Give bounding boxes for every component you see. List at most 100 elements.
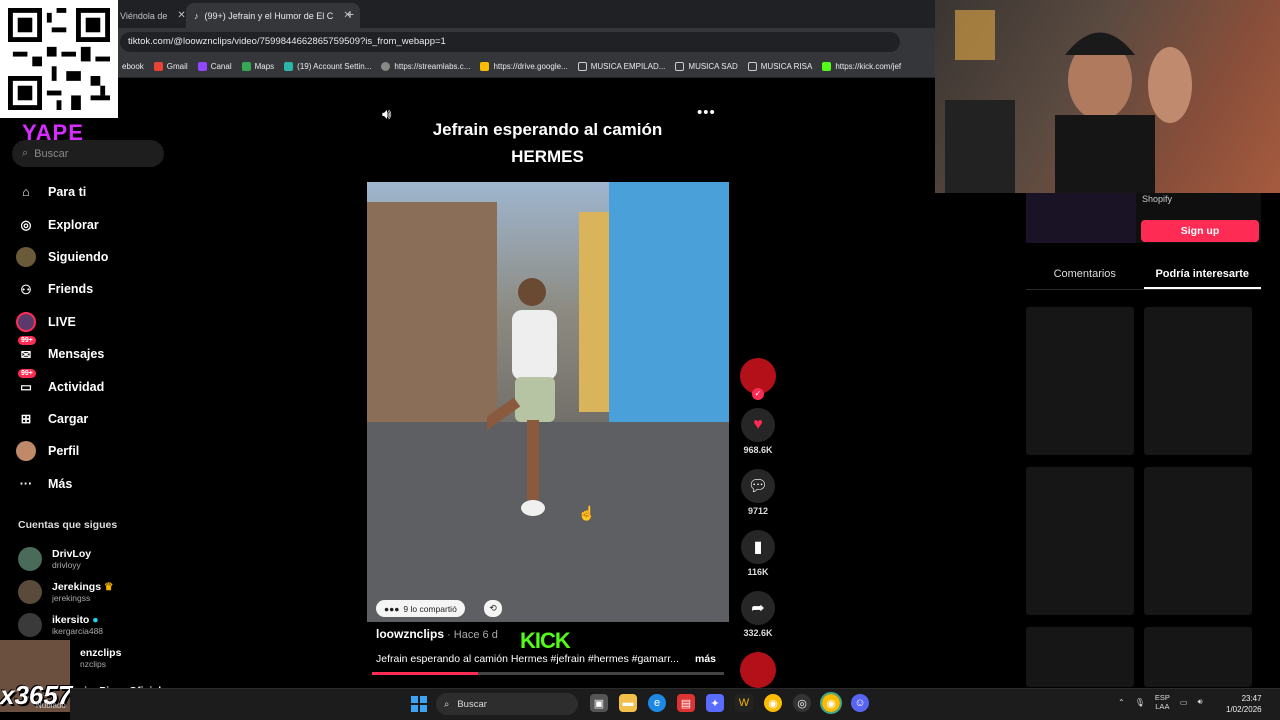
bookmark-folder[interactable]: MUSICA RISA	[747, 62, 812, 71]
chrome-active-icon[interactable]: ◉	[820, 692, 842, 714]
save-button[interactable]: ▮ 116K	[736, 530, 780, 577]
discord-icon[interactable]: ☺	[851, 694, 869, 712]
tab-podria-interesarte[interactable]: Podría interesarte	[1143, 262, 1261, 289]
folder-icon	[577, 62, 587, 71]
signup-button[interactable]: Sign up	[1141, 220, 1259, 242]
obs-icon[interactable]: ◎	[793, 694, 811, 712]
following-title: Cuentas que sigues	[18, 519, 118, 531]
yape-overlay-text: YAPE	[22, 120, 84, 145]
folder-icon	[675, 62, 685, 71]
sidebar-item-explorar[interactable]: ◎ Explorar	[16, 208, 176, 240]
live-icon	[16, 311, 36, 332]
suggested-tile[interactable]	[1026, 467, 1134, 615]
bookmark-item[interactable]: Gmail	[153, 62, 188, 71]
comment-button[interactable]: 💬︎ 9712	[736, 469, 780, 516]
browser-tab-bar: Viéndola de ✕ ♪ (99+) Jefrain y el Humor…	[0, 0, 935, 28]
browser-tab[interactable]: Viéndola de ✕	[112, 3, 194, 28]
building-blue	[609, 182, 729, 442]
app-icon[interactable]: ▤	[677, 694, 695, 712]
bookmark-folder[interactable]: MUSICA EMPILAD...	[577, 62, 665, 71]
bookmark-folder[interactable]: MUSICA SAD	[675, 62, 738, 71]
streamer-webcam	[935, 0, 1280, 193]
bookmark-item[interactable]: (19) Account Settin...	[284, 62, 371, 71]
repost-icon[interactable]: ⟲	[484, 600, 502, 617]
sidebar-item-live[interactable]: LIVE	[16, 306, 176, 338]
tiktok-icon: ♪	[194, 10, 199, 21]
network-icon[interactable]: ▭	[1180, 698, 1188, 707]
qr-code-icon	[8, 8, 110, 110]
bookmark-item[interactable]: https://kick.com/jef	[822, 62, 901, 71]
sidebar-item-cargar[interactable]: ⊞ Cargar	[16, 403, 176, 435]
following-item[interactable]: Jerekings ♛ jerekingss	[18, 575, 178, 608]
qr-code	[0, 0, 118, 118]
video-player[interactable]	[367, 182, 729, 622]
copilot-icon[interactable]: ✦	[706, 694, 724, 712]
sidebar-item-actividad[interactable]: ▭ 99+ Actividad	[16, 368, 176, 402]
more-icon: ···	[19, 476, 33, 491]
follow-plus-icon[interactable]: ✓	[752, 388, 764, 400]
chevron-up-icon[interactable]: ⌃	[1118, 698, 1125, 707]
language-indicator[interactable]: ESP LAA	[1155, 693, 1170, 711]
suggested-tile[interactable]	[1144, 307, 1252, 455]
volume-icon[interactable]: 🔊︎	[382, 106, 391, 123]
suggested-tile[interactable]	[1144, 467, 1252, 615]
shared-pill[interactable]: ●●● 9 lo compartió	[376, 600, 465, 617]
music-disc-icon[interactable]	[740, 652, 776, 688]
address-bar-row: tiktok.com/@loowznclips/video/7599844662…	[0, 28, 935, 56]
taskbar-search[interactable]: ⌕ Buscar	[436, 693, 578, 715]
action-bar: ✓ ♥ 968.6K 💬︎ 9712 ▮ 116K ➦ 332.6K	[736, 358, 780, 688]
bookmark-item[interactable]: https://drive.google...	[480, 62, 568, 71]
following-item[interactable]: ikersito ● ikergarcia488	[18, 608, 178, 641]
suggested-tile[interactable]	[1144, 627, 1252, 687]
video-author[interactable]: loowznclips · Hace 6 d	[376, 627, 498, 641]
suggested-tile[interactable]	[1026, 307, 1134, 455]
bookmark-item[interactable]: Canal	[197, 62, 232, 71]
search-icon: ⌕	[444, 698, 450, 710]
comment-icon: 💬︎	[741, 469, 775, 503]
edge-icon[interactable]: e	[648, 694, 666, 712]
person-figure	[487, 278, 557, 516]
share-button[interactable]: ➦ 332.6K	[736, 591, 780, 638]
task-view-icon[interactable]: ▣	[590, 694, 608, 712]
volume-icon[interactable]: 🔊︎	[1197, 697, 1202, 707]
creator-avatar[interactable]: ✓	[740, 358, 776, 400]
microphone-icon[interactable]: 🎙︎	[1135, 698, 1145, 707]
more-link[interactable]: más	[695, 653, 716, 665]
close-icon[interactable]: ✕	[177, 10, 185, 21]
notification-badge: 99+	[18, 336, 36, 346]
twitch-icon	[197, 62, 207, 71]
video-progress[interactable]	[372, 672, 724, 675]
clock[interactable]: 23:47 1/02/2026	[1226, 693, 1262, 715]
video-description: Jefrain esperando al camión Hermes #jefr…	[376, 653, 716, 665]
windows-start-icon[interactable]	[411, 696, 427, 712]
sidebar-item-mas[interactable]: ··· Más	[16, 468, 176, 500]
like-button[interactable]: ♥ 968.6K	[736, 408, 780, 455]
post-age: · Hace 6 d	[444, 629, 498, 641]
bookmark-item[interactable]: ebook	[122, 62, 144, 71]
building-left	[367, 202, 497, 452]
file-explorer-icon[interactable]: ▬	[619, 694, 637, 712]
sidebar-item-para-ti[interactable]: ⌂ Para ti	[16, 176, 176, 208]
shared-avatars-icon: ●●●	[384, 603, 400, 614]
gmail-icon	[153, 62, 163, 71]
chrome-icon[interactable]: ◉	[764, 694, 782, 712]
following-item[interactable]: DrivLoy drivloyy	[18, 542, 178, 575]
search-placeholder: Buscar	[34, 147, 69, 160]
sidebar-item-siguiendo[interactable]: Siguiendo	[16, 241, 176, 273]
new-tab-button[interactable]: +	[346, 6, 354, 22]
sidebar-item-friends[interactable]: ⚇ Friends	[16, 273, 176, 305]
more-options-icon[interactable]: •••	[697, 104, 716, 121]
share-icon: ➦	[741, 591, 775, 625]
tab-comentarios[interactable]: Comentarios	[1026, 262, 1144, 289]
sidebar-item-mensajes[interactable]: ✉ 99+ Mensajes	[16, 336, 176, 370]
browser-tab-active[interactable]: ♪ (99+) Jefrain y el Humor de El C ✕	[186, 3, 360, 28]
bookmark-item[interactable]: Maps	[241, 62, 274, 71]
avatar	[18, 579, 42, 604]
game-icon[interactable]: W	[735, 694, 753, 712]
globe-icon	[381, 62, 391, 71]
address-bar[interactable]: tiktok.com/@loowznclips/video/7599844662…	[120, 32, 900, 52]
suggested-tile[interactable]	[1026, 627, 1134, 687]
bookmark-item[interactable]: https://streamlabs.c...	[381, 62, 470, 71]
sidebar-item-perfil[interactable]: Perfil	[16, 435, 176, 467]
avatar	[18, 546, 42, 571]
